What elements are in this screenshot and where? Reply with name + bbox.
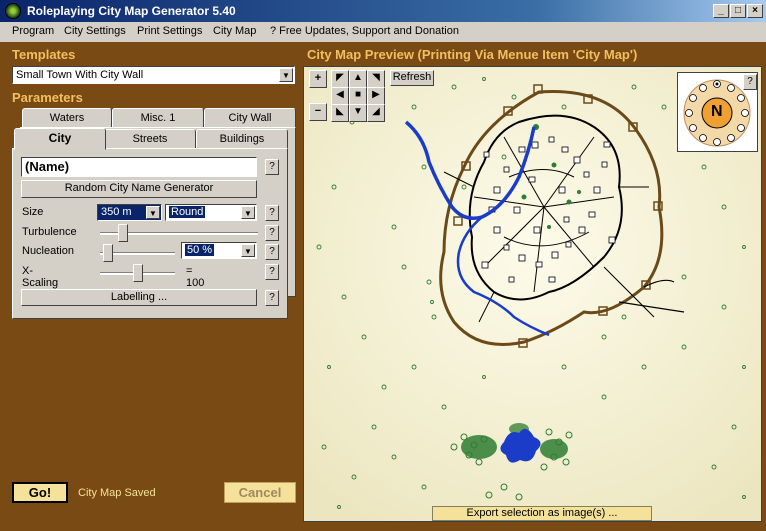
pan-down-right-icon[interactable]: ◢ <box>367 104 385 122</box>
tab-buildings[interactable]: Buildings <box>196 129 288 149</box>
maximize-button[interactable]: □ <box>730 4 746 18</box>
shape-value: Round <box>169 206 206 218</box>
zoom-in-button[interactable]: + <box>309 70 327 88</box>
pan-up-left-icon[interactable]: ◤ <box>331 70 349 88</box>
pan-up-right-icon[interactable]: ◥ <box>367 70 385 88</box>
menu-free-updates[interactable]: ? Free Updates, Support and Donation <box>270 25 459 37</box>
xscaling-label: X-Scaling <box>22 265 59 289</box>
size-select[interactable]: 350 m ▼ <box>97 204 162 221</box>
menu-bar: Program City Settings Print Settings Cit… <box>0 22 766 42</box>
pan-down-icon[interactable]: ▼ <box>349 104 367 122</box>
turbulence-slider[interactable] <box>117 224 128 242</box>
city-name-input[interactable]: (Name) <box>21 157 257 177</box>
minimize-button[interactable]: _ <box>713 4 729 18</box>
tab-city[interactable]: City <box>14 128 106 150</box>
tab-streets[interactable]: Streets <box>104 129 196 149</box>
compass-letter: N <box>711 103 723 120</box>
menu-program[interactable]: Program <box>12 25 54 37</box>
nucleation-slider[interactable] <box>103 244 114 262</box>
tab-waters[interactable]: Waters <box>22 108 112 128</box>
nucleation-label: Nucleation <box>22 245 74 257</box>
center-icon[interactable]: ■ <box>349 87 367 105</box>
close-button[interactable]: × <box>747 4 763 18</box>
cancel-button[interactable]: Cancel <box>224 482 296 503</box>
menu-city-map[interactable]: City Map <box>213 25 256 37</box>
menu-city-settings[interactable]: City Settings <box>64 25 126 37</box>
pan-left-icon[interactable]: ◀ <box>331 87 349 105</box>
shape-select[interactable]: Round ▼ <box>165 204 257 221</box>
help-button-labelling[interactable]: ? <box>265 290 279 306</box>
title-bar: Roleplaying City Map Generator 5.40 _ □ … <box>0 0 766 22</box>
help-button-nucleation[interactable]: ? <box>265 244 279 260</box>
refresh-button[interactable]: Refresh <box>390 70 434 86</box>
nucleation-select[interactable]: 50 % ▼ <box>181 242 257 259</box>
tab-city-wall[interactable]: City Wall <box>204 108 296 128</box>
chevron-down-icon[interactable]: ▼ <box>241 244 255 257</box>
help-button-xscaling[interactable]: ? <box>265 264 279 280</box>
compass-rose[interactable]: N ? <box>677 72 758 152</box>
help-button-size[interactable]: ? <box>265 205 279 221</box>
help-button-turbulence[interactable]: ? <box>265 225 279 241</box>
zoom-out-button[interactable]: − <box>309 103 327 121</box>
random-name-button[interactable]: Random City Name Generator <box>21 180 257 198</box>
pan-up-icon[interactable]: ▲ <box>349 70 367 88</box>
status-text: City Map Saved <box>78 487 156 499</box>
window-title: Roleplaying City Map Generator 5.40 <box>27 4 236 18</box>
xscaling-slider[interactable] <box>132 264 143 282</box>
map-navigation-pad: + − ◤ ▲ ◥ ◀ ■ ▶ ◣ ▼ ◢ <box>309 70 387 124</box>
chevron-down-icon[interactable]: ▼ <box>146 206 160 219</box>
menu-print-settings[interactable]: Print Settings <box>137 25 202 37</box>
export-selection-button[interactable]: Export selection as image(s) ... <box>432 506 652 521</box>
size-label: Size <box>22 206 44 218</box>
labelling-button[interactable]: Labelling ... <box>21 289 257 306</box>
preview-heading: City Map Preview (Printing Via Menue Ite… <box>307 47 638 62</box>
size-value: 350 m <box>101 206 132 218</box>
go-button[interactable]: Go! <box>12 482 68 503</box>
help-button-compass[interactable]: ? <box>743 74 757 90</box>
pan-right-icon[interactable]: ▶ <box>367 87 385 105</box>
template-select-value: Small Town With City Wall <box>16 69 144 81</box>
nucleation-value: 50 % <box>185 244 215 256</box>
app-icon <box>5 3 21 19</box>
help-button-name[interactable]: ? <box>265 159 279 175</box>
chevron-down-icon[interactable]: ▼ <box>279 68 293 82</box>
parameters-heading: Parameters <box>12 90 83 105</box>
turbulence-label: Turbulence <box>22 226 77 238</box>
tab-misc-1[interactable]: Misc. 1 <box>112 108 204 128</box>
chevron-down-icon[interactable]: ▼ <box>241 206 255 219</box>
template-select[interactable]: Small Town With City Wall ▼ <box>12 66 295 84</box>
pan-down-left-icon[interactable]: ◣ <box>331 104 349 122</box>
templates-heading: Templates <box>12 47 76 62</box>
